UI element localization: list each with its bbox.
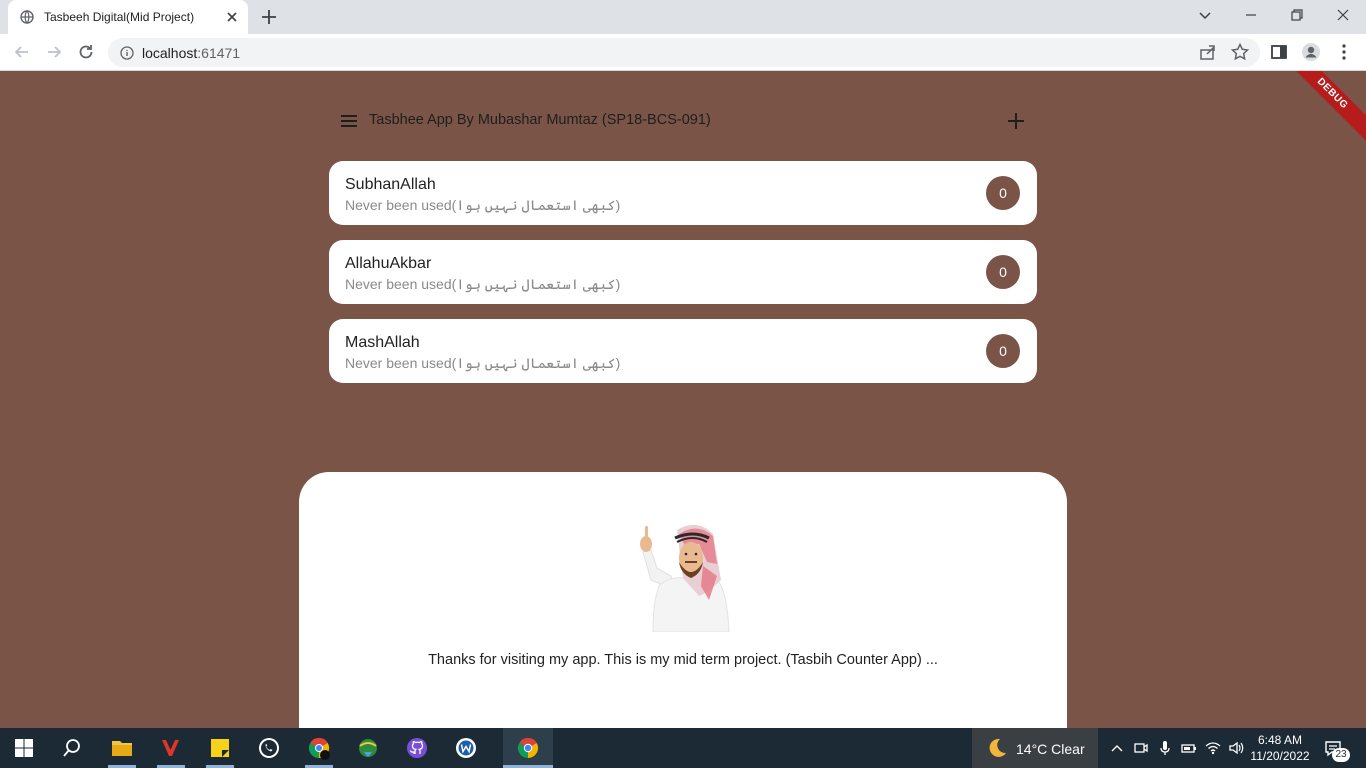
- clock-time: 6:48 AM: [1257, 733, 1303, 747]
- debug-banner: DEBUG: [1276, 71, 1366, 150]
- list-item[interactable]: MashAllah Never been used(کبھی استعمال ن…: [329, 319, 1037, 383]
- app-title: Tasbhee App By Mubashar Mumtaz (SP18-BCS…: [369, 112, 711, 128]
- minimize-icon: [1246, 14, 1256, 16]
- globe-icon: [20, 10, 34, 24]
- chevron-up-icon[interactable]: [1109, 740, 1125, 756]
- restore-icon: [1291, 9, 1303, 21]
- battery-icon[interactable]: [1181, 740, 1197, 756]
- search-icon[interactable]: [60, 736, 84, 760]
- sticky-notes-icon[interactable]: [208, 736, 232, 760]
- vivaldi-icon[interactable]: [159, 736, 183, 760]
- browser-tab[interactable]: Tasbeeh Digital(Mid Project): [8, 0, 248, 34]
- volume-icon[interactable]: [1228, 740, 1244, 756]
- item-name: SubhanAllah: [345, 176, 436, 193]
- footer-message: Thanks for visiting my app. This is my m…: [428, 652, 938, 668]
- app-viewport: Tasbhee App By Mubashar Mumtaz (SP18-BCS…: [0, 71, 1366, 728]
- list-item[interactable]: SubhanAllah Never been used(کبھی استعمال…: [329, 161, 1037, 225]
- forward-icon[interactable]: [44, 42, 64, 62]
- taskbar: 14°C Clear 6:48 AM 11/20/2022 23: [0, 728, 1366, 768]
- address-bar[interactable]: localhost:61471: [108, 38, 1260, 67]
- item-subtitle: Never been used(کبھی استعمال نہیں ہوا): [345, 355, 621, 371]
- chrome-icon[interactable]: [516, 736, 540, 760]
- close-window-button[interactable]: [1320, 0, 1366, 30]
- app-icon[interactable]: [454, 736, 478, 760]
- moon-icon: [989, 738, 1006, 757]
- add-icon[interactable]: [1006, 111, 1026, 131]
- url-host: localhost: [142, 45, 198, 61]
- browser-toolbar: localhost:61471: [0, 34, 1366, 71]
- info-icon[interactable]: [120, 46, 134, 60]
- counter-badge[interactable]: 0: [986, 334, 1020, 368]
- back-icon[interactable]: [12, 42, 32, 62]
- kebab-icon[interactable]: [1334, 42, 1354, 62]
- close-icon: [1337, 9, 1349, 21]
- counter-badge[interactable]: 0: [986, 255, 1020, 289]
- windows-start-icon[interactable]: [12, 736, 36, 760]
- wifi-icon[interactable]: [1205, 740, 1221, 756]
- item-name: MashAllah: [345, 334, 420, 351]
- system-clock[interactable]: 6:48 AM 11/20/2022: [1250, 732, 1310, 764]
- file-explorer-icon[interactable]: [110, 736, 134, 760]
- camera-icon[interactable]: [1133, 740, 1149, 756]
- item-subtitle: Never been used(کبھی استعمال نہیں ہوا): [345, 197, 621, 213]
- item-name: AllahuAkbar: [345, 255, 432, 272]
- profile-icon[interactable]: [1301, 42, 1321, 62]
- plus-icon[interactable]: [258, 6, 280, 28]
- hamburger-menu-icon[interactable]: [339, 111, 359, 131]
- notification-badge: 23: [1332, 748, 1350, 762]
- weather-widget[interactable]: 14°C Clear: [972, 728, 1098, 768]
- globe-download-icon[interactable]: [356, 736, 380, 760]
- reload-icon[interactable]: [76, 42, 96, 62]
- clock-date: 11/20/2022: [1250, 749, 1310, 763]
- app-bar: Tasbhee App By Mubashar Mumtaz (SP18-BCS…: [329, 101, 1037, 141]
- browser-tab-strip: Tasbeeh Digital(Mid Project): [0, 0, 1366, 34]
- pointing-man-illustration: [640, 524, 730, 632]
- tab-title: Tasbeeh Digital(Mid Project): [44, 10, 195, 24]
- list-item[interactable]: AllahuAkbar Never been used(کبھی استعمال…: [329, 240, 1037, 304]
- minimize-button[interactable]: [1228, 0, 1274, 30]
- microphone-icon[interactable]: [1157, 740, 1173, 756]
- star-icon[interactable]: [1230, 42, 1250, 62]
- chevron-down-icon: [1199, 12, 1211, 20]
- github-icon[interactable]: [405, 736, 429, 760]
- whatsapp-icon[interactable]: [257, 736, 281, 760]
- tab-search-button[interactable]: [1182, 0, 1228, 30]
- sidepanel-icon[interactable]: [1269, 42, 1289, 62]
- share-icon[interactable]: [1198, 42, 1218, 62]
- restore-button[interactable]: [1274, 0, 1320, 30]
- counter-badge[interactable]: 0: [986, 176, 1020, 210]
- chrome-profile-icon[interactable]: [307, 736, 331, 760]
- welcome-panel: Thanks for visiting my app. This is my m…: [299, 472, 1067, 728]
- weather-text: 14°C Clear: [1016, 741, 1085, 757]
- item-subtitle: Never been used(کبھی استعمال نہیں ہوا): [345, 276, 621, 292]
- close-icon[interactable]: [224, 9, 240, 25]
- url-port: :61471: [197, 45, 241, 61]
- url-text: localhost:61471: [142, 45, 240, 61]
